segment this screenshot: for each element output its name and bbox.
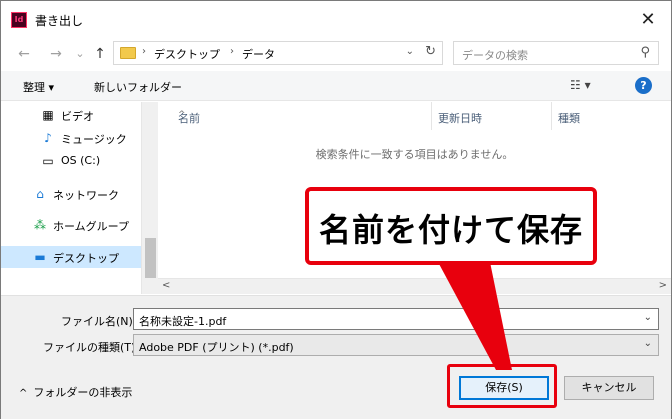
command-toolbar: 整理 ▾ 新しいフォルダー ☷ ▾ ? <box>1 71 671 101</box>
sidebar-item-videos[interactable]: ▦ ビデオ <box>1 104 141 126</box>
column-header-type[interactable]: 種類 <box>552 102 671 130</box>
homegroup-icon: ⁂ <box>34 218 46 232</box>
hide-folders-label: フォルダーの非表示 <box>33 386 133 399</box>
cancel-button[interactable]: キャンセル <box>564 376 654 400</box>
sidebar-scrollbar[interactable] <box>141 102 158 294</box>
search-box[interactable]: データの検索 ⚲ <box>453 41 659 65</box>
breadcrumb-desktop[interactable]: デスクトップ <box>154 46 220 62</box>
column-header-label: 更新日時 <box>438 112 482 125</box>
hide-folders-toggle[interactable]: ^ フォルダーの非表示 <box>19 384 132 400</box>
column-header-label: 種類 <box>558 112 580 125</box>
sidebar-item-label: ネットワーク <box>53 189 119 202</box>
sidebar-item-label: ミュージック <box>61 133 127 146</box>
refresh-icon[interactable]: ↻ <box>425 44 436 59</box>
sidebar-item-label: OS (C:) <box>61 154 101 167</box>
sidebar-item-desktop[interactable]: ▬ デスクトップ <box>1 246 141 268</box>
window-title: 書き出し <box>35 14 84 28</box>
filetype-label: ファイルの種類(T): <box>43 341 140 354</box>
filename-value: 名称未設定-1.pdf <box>139 315 227 328</box>
column-header-modified[interactable]: 更新日時 <box>432 102 552 130</box>
chevron-up-icon: ^ <box>19 388 28 399</box>
chevron-down-icon[interactable]: ⌄ <box>644 338 652 349</box>
callout-box: 名前を付けて保存 <box>305 187 597 265</box>
sidebar-item-label: ビデオ <box>61 110 94 123</box>
scrollbar-thumb[interactable] <box>145 238 156 278</box>
network-icon: ⌂ <box>36 187 44 201</box>
search-icon[interactable]: ⚲ <box>640 45 650 60</box>
close-button[interactable]: ✕ <box>637 9 659 31</box>
sidebar-item-homegroup[interactable]: ⁂ ホームグループ <box>1 214 141 236</box>
music-note-icon: ♪ <box>44 131 52 145</box>
up-folder-button[interactable]: ↑ <box>91 44 109 64</box>
forward-button[interactable]: → <box>47 44 65 64</box>
callout-text: 名前を付けて保存 <box>318 211 583 249</box>
folder-icon <box>120 47 136 59</box>
empty-list-message: 検索条件に一致する項目はありません。 <box>315 148 514 161</box>
sort-ascending-icon: ^ <box>178 110 186 120</box>
filename-input[interactable]: 名称未設定-1.pdf ⌄ <box>133 308 659 330</box>
desktop-icon: ▬ <box>34 250 46 264</box>
indesign-app-icon: Id <box>11 12 27 28</box>
filetype-select[interactable]: Adobe PDF (プリント) (*.pdf) ⌄ <box>133 334 659 356</box>
chevron-down-icon[interactable]: ⌄ <box>406 46 414 57</box>
search-placeholder: データの検索 <box>462 49 528 62</box>
chevron-right-icon: › <box>142 46 146 57</box>
chevron-left-icon[interactable]: < <box>162 280 170 291</box>
new-folder-button[interactable]: 新しいフォルダー <box>94 79 182 95</box>
recent-locations-dropdown[interactable]: ⌄ <box>71 44 89 64</box>
address-bar[interactable]: › デスクトップ › データ ⌄ ↻ <box>113 41 443 65</box>
dialog-footer: ファイル名(N): 名称未設定-1.pdf ⌄ ファイルの種類(T): Adob… <box>1 295 671 419</box>
sidebar-item-label: ホームグループ <box>53 220 130 233</box>
sidebar-item-label: デスクトップ <box>53 252 119 265</box>
sidebar-item-network[interactable]: ⌂ ネットワーク <box>1 183 141 205</box>
sidebar-item-os-drive[interactable]: ▭ OS (C:) <box>1 150 141 172</box>
file-list-hscrollbar[interactable]: < > <box>158 278 671 294</box>
title-bar: Id 書き出し ✕ <box>1 1 671 39</box>
chevron-right-icon: › <box>230 46 234 57</box>
sidebar-item-music[interactable]: ♪ ミュージック <box>1 127 141 149</box>
filetype-value: Adobe PDF (プリント) (*.pdf) <box>139 341 294 354</box>
filename-label: ファイル名(N): <box>61 315 137 328</box>
navigation-pane: ▦ ビデオ ♪ ミュージック ▭ OS (C:) ⌂ ネットワーク ⁂ ホームグ… <box>1 102 158 294</box>
column-header-name[interactable]: 名前 ^ <box>172 102 432 130</box>
chevron-right-icon[interactable]: > <box>659 280 667 291</box>
chevron-down-icon[interactable]: ⌄ <box>644 312 652 323</box>
view-options-icon[interactable]: ☷ ▾ <box>570 78 591 92</box>
navigation-bar: ← → ⌄ ↑ › デスクトップ › データ ⌄ ↻ データの検索 ⚲ <box>1 39 671 69</box>
save-button[interactable]: 保存(S) <box>459 376 549 400</box>
film-icon: ▦ <box>42 108 54 122</box>
organize-button[interactable]: 整理 ▾ <box>23 79 54 95</box>
drive-icon: ▭ <box>42 154 54 168</box>
back-button[interactable]: ← <box>15 44 33 64</box>
breadcrumb-data[interactable]: データ <box>242 46 275 62</box>
help-icon[interactable]: ? <box>635 77 652 94</box>
